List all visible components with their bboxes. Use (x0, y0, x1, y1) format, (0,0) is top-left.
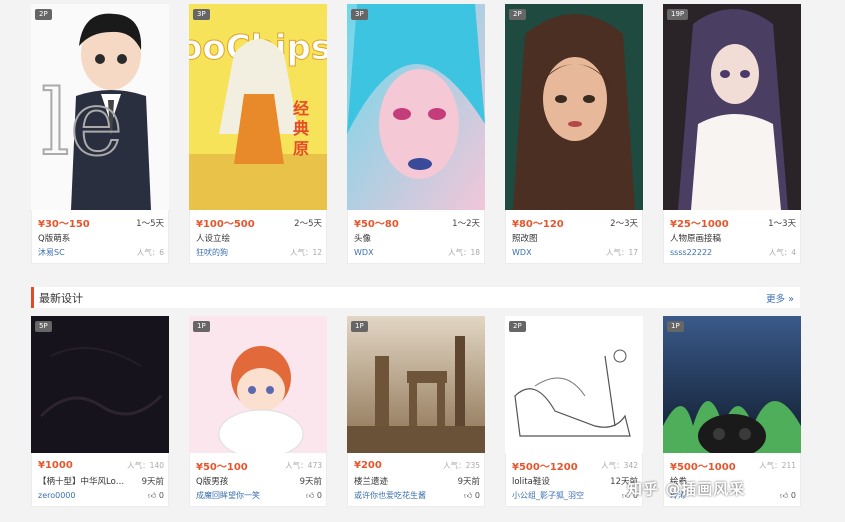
price: ¥500～1200 (512, 462, 578, 473)
author-link[interactable]: WDX (512, 248, 532, 257)
page-count-badge: 1P (667, 321, 684, 332)
popularity: 人气：473 (285, 461, 322, 470)
delivery-days: 1～5天 (136, 218, 164, 229)
artwork-thumbnail[interactable]: 1P (189, 316, 327, 453)
svg-text:原: 原 (293, 139, 309, 158)
artwork-card[interactable]: ooChips 经 典 原 3P ¥100～500 2～5天 人设立绘 狂吠的狗 人… (189, 4, 327, 264)
page-count-badge: 2P (509, 321, 526, 332)
page-count-badge: 1P (351, 321, 368, 332)
artwork-thumbnail[interactable]: 3P (347, 4, 485, 210)
price: ¥50～80 (354, 219, 399, 230)
featured-grid: le 2P ¥30～150 1～5天 Q版萌系 沐易SC 人气：6 ooChips … (31, 4, 801, 264)
svg-text:le: le (41, 71, 123, 176)
artwork-card[interactable]: 2P ¥500～1200 人气：342 lolita鞋设 12天前 小公组_影子狐_… (505, 316, 643, 507)
popularity: 人气：6 (136, 248, 164, 257)
popularity: 人气：211 (759, 461, 796, 470)
delivery-days: 1～2天 (452, 218, 480, 229)
thumbs-up-icon: 👍︎ (305, 490, 315, 500)
popularity: 人气：235 (443, 461, 480, 470)
like-count: 0 (316, 490, 322, 500)
popularity: 人气：342 (601, 461, 638, 470)
price: ¥500～1000 (670, 462, 736, 473)
card-title[interactable]: Q版萌系 (38, 232, 70, 244)
watermark: 知乎 @插画风采 (627, 480, 746, 498)
delivery-days: 1～3天 (768, 218, 796, 229)
card-title[interactable]: 头像 (354, 232, 371, 244)
artwork-card[interactable]: 3P ¥50～80 1～2天 头像 WDX 人气：18 (347, 4, 485, 264)
author-link[interactable]: 成魔回眸望你一笑 (196, 490, 260, 501)
artwork-thumbnail[interactable]: 19P (663, 4, 801, 210)
like-button[interactable]: 👍︎ 0 (306, 491, 322, 501)
artwork-card[interactable]: 5P ¥1000 人气：140 【柄十型】中华风Lo… 9天前 zero0000 👍︎… (31, 316, 169, 507)
price: ¥50～100 (196, 462, 248, 473)
like-button[interactable]: 👍︎ 0 (464, 491, 480, 501)
like-count: 0 (790, 490, 796, 500)
artwork-thumbnail[interactable]: 1P (663, 316, 801, 453)
author-link[interactable]: WDX (354, 248, 374, 257)
like-button[interactable]: 👍︎ 0 (780, 491, 796, 501)
thumbs-up-icon: 👍︎ (463, 490, 473, 500)
page-count-badge: 3P (351, 9, 368, 20)
price: ¥200 (354, 460, 382, 471)
thumbs-up-icon: 👍︎ (779, 490, 789, 500)
author-link[interactable]: 沐易SC (38, 247, 65, 258)
svg-text:经: 经 (293, 99, 309, 118)
thumbs-up-icon: 👍︎ (147, 490, 157, 500)
card-title[interactable]: 人物原画接稿 (670, 232, 721, 244)
delivery-days: 2～5天 (294, 218, 322, 229)
card-title[interactable]: lolita鞋设 (512, 475, 550, 487)
artwork-thumbnail[interactable]: 1P (347, 316, 485, 453)
price: ¥30～150 (38, 219, 90, 230)
posted-time: 9天前 (457, 476, 480, 487)
author-link[interactable]: 或许你也爱吃花生酱 (354, 490, 426, 501)
popularity: 人气：12 (289, 248, 322, 257)
card-title[interactable]: 照改图 (512, 232, 538, 244)
card-title[interactable]: Q版男孩 (196, 475, 228, 487)
page-count-badge: 2P (509, 9, 526, 20)
price: ¥1000 (38, 460, 73, 471)
popularity: 人气：18 (447, 248, 480, 257)
author-link[interactable]: ssss22222 (670, 248, 712, 257)
artwork-thumbnail[interactable]: 5P (31, 316, 169, 453)
artwork-thumbnail[interactable]: le 2P (31, 4, 169, 210)
more-link[interactable]: 更多 » (766, 291, 794, 305)
card-title[interactable]: 【柄十型】中华风Lo… (38, 475, 124, 487)
artwork-thumbnail[interactable]: ooChips 经 典 原 3P (189, 4, 327, 210)
price: ¥100～500 (196, 219, 255, 230)
posted-time: 9天前 (141, 476, 164, 487)
page-count-badge: 1P (193, 321, 210, 332)
artwork-card[interactable]: le 2P ¥30～150 1～5天 Q版萌系 沐易SC 人气：6 (31, 4, 169, 264)
artwork-card[interactable]: 19P ¥25～1000 1～3天 人物原画接稿 ssss22222 人气：4 (663, 4, 801, 264)
page-count-badge: 2P (35, 9, 52, 20)
author-link[interactable]: 狂吠的狗 (196, 247, 228, 258)
artwork-card[interactable]: 1P ¥200 人气：235 楼兰遗迹 9天前 或许你也爱吃花生酱 👍︎ 0 (347, 316, 485, 507)
latest-designs-header: 最新设计 更多 » (31, 287, 800, 308)
page-count-badge: 19P (667, 9, 689, 20)
like-count: 0 (474, 490, 480, 500)
artwork-card[interactable]: 2P ¥80～120 2～3天 照改图 WDX 人气：17 (505, 4, 643, 264)
artwork-thumbnail[interactable]: 2P (505, 316, 643, 453)
posted-time: 9天前 (299, 476, 322, 487)
price: ¥80～120 (512, 219, 564, 230)
popularity: 人气：140 (127, 461, 164, 470)
author-link[interactable]: 小公组_影子狐_羽空 (512, 490, 584, 501)
svg-text:典: 典 (293, 119, 309, 138)
like-count: 0 (158, 490, 164, 500)
author-link[interactable]: zero0000 (38, 491, 76, 500)
section-title: 最新设计 (39, 291, 83, 305)
popularity: 人气：4 (768, 248, 796, 257)
artwork-thumbnail[interactable]: 2P (505, 4, 643, 210)
price: ¥25～1000 (670, 219, 729, 230)
popularity: 人气：17 (605, 248, 638, 257)
page-count-badge: 5P (35, 321, 52, 332)
page-count-badge: 3P (193, 9, 210, 20)
artwork-card[interactable]: 1P ¥50～100 人气：473 Q版男孩 9天前 成魔回眸望你一笑 👍︎ 0 (189, 316, 327, 507)
card-title[interactable]: 楼兰遗迹 (354, 475, 388, 487)
card-title[interactable]: 人设立绘 (196, 232, 230, 244)
like-button[interactable]: 👍︎ 0 (148, 491, 164, 501)
delivery-days: 2～3天 (610, 218, 638, 229)
